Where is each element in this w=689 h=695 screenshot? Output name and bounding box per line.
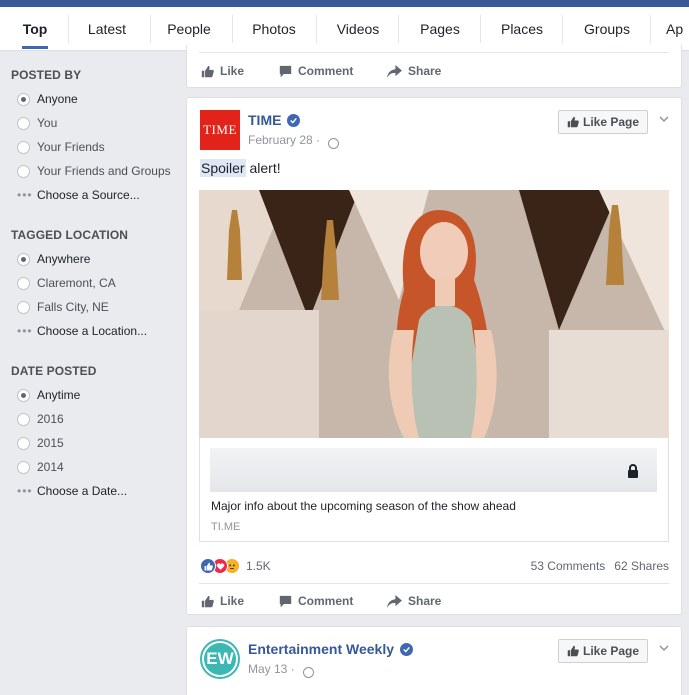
link-domain: TI.ME <box>211 521 241 533</box>
comment-button[interactable]: Comment <box>279 64 353 78</box>
lock-icon <box>628 464 638 478</box>
time-page-name-link[interactable]: TIME <box>248 112 301 128</box>
tab-divider <box>68 15 69 43</box>
chevron-down-icon[interactable] <box>659 643 669 653</box>
date-posted-title: DATE POSTED <box>11 364 97 378</box>
ew-page-name-link[interactable]: Entertainment Weekly <box>248 641 414 657</box>
engagement-counts: 53 Comments 62 Shares <box>531 559 669 573</box>
verified-icon <box>400 642 414 656</box>
location-anywhere[interactable]: Anywhere <box>17 251 90 267</box>
tab-latest[interactable]: Latest <box>76 7 138 51</box>
comment-icon <box>279 595 292 607</box>
choose-source-link[interactable]: ••• Choose a Source... <box>17 187 140 203</box>
radio-icon <box>17 436 30 450</box>
globe-icon <box>328 137 340 149</box>
top-navigation-strip <box>0 0 689 7</box>
comment-button[interactable]: Comment <box>279 594 353 608</box>
ew-page-avatar[interactable]: EW <box>200 639 240 679</box>
share-icon <box>387 64 402 78</box>
divider <box>199 52 669 53</box>
comments-count-link[interactable]: 53 Comments <box>531 559 606 573</box>
reaction-count: 1.5K <box>246 559 271 573</box>
posted-by-you[interactable]: You <box>17 115 57 131</box>
posted-by-title: POSTED BY <box>11 68 82 82</box>
date-2015[interactable]: 2015 <box>17 435 64 451</box>
shares-count-link[interactable]: 62 Shares <box>614 559 669 573</box>
choose-date-link[interactable]: ••• Choose a Date... <box>17 483 127 499</box>
tab-divider <box>316 15 317 43</box>
location-claremont[interactable]: Claremont, CA <box>17 275 116 291</box>
time-page-avatar[interactable]: TIME <box>200 110 240 150</box>
like-button[interactable]: Like <box>201 594 244 608</box>
article-link-preview[interactable]: Major info about the upcoming season of … <box>199 438 669 542</box>
article-photo[interactable] <box>199 190 669 438</box>
comment-icon <box>279 65 292 77</box>
share-icon <box>387 594 402 608</box>
more-dots-icon: ••• <box>17 484 33 498</box>
more-dots-icon: ••• <box>17 324 33 338</box>
tab-divider <box>480 15 481 43</box>
post-timestamp[interactable]: February 28 · <box>248 133 340 149</box>
like-page-button[interactable]: Like Page <box>558 110 648 134</box>
like-reaction-icon <box>200 558 216 574</box>
chevron-down-icon[interactable] <box>659 114 669 124</box>
reactions-summary[interactable]: 1.5K <box>200 558 271 574</box>
radio-selected-icon <box>17 252 30 266</box>
verified-icon <box>287 113 301 127</box>
like-button[interactable]: Like <box>201 64 244 78</box>
thumbs-up-icon <box>567 116 579 128</box>
tab-divider <box>562 15 563 43</box>
radio-icon <box>17 164 30 178</box>
posted-by-anyone[interactable]: Anyone <box>17 91 78 107</box>
thumbs-up-icon <box>201 595 214 607</box>
post-text: Spoiler alert! <box>200 159 281 177</box>
radio-icon <box>17 140 30 154</box>
radio-icon <box>17 460 30 474</box>
tab-divider <box>150 15 151 43</box>
tab-divider <box>398 15 399 43</box>
radio-icon <box>17 412 30 426</box>
location-falls-city[interactable]: Falls City, NE <box>17 299 109 315</box>
previous-post-card: Like Comment Share <box>186 44 682 88</box>
share-button[interactable]: Share <box>387 64 441 78</box>
thumbs-up-icon <box>567 645 579 657</box>
link-title: Major info about the upcoming season of … <box>211 499 516 513</box>
more-dots-icon: ••• <box>17 188 33 202</box>
hashtag-highlight[interactable]: Spoiler <box>200 159 246 177</box>
date-2016[interactable]: 2016 <box>17 411 64 427</box>
radio-icon <box>17 116 30 130</box>
link-preview-banner <box>210 448 657 492</box>
tab-top[interactable]: Top <box>8 7 62 51</box>
date-2014[interactable]: 2014 <box>17 459 64 475</box>
ew-post-card: EW Entertainment Weekly May 13 · Like Pa… <box>186 626 682 695</box>
posted-by-friends-and-groups[interactable]: Your Friends and Groups <box>17 163 171 179</box>
radio-icon <box>17 300 30 314</box>
search-filters-sidebar: POSTED BY Anyone You Your Friends Your F… <box>0 52 186 695</box>
globe-icon <box>302 666 314 678</box>
radio-icon <box>17 276 30 290</box>
choose-location-link[interactable]: ••• Choose a Location... <box>17 323 147 339</box>
thumbs-up-icon <box>201 65 214 77</box>
red-carpet-photo-illustration <box>199 190 669 438</box>
share-button[interactable]: Share <box>387 594 441 608</box>
tab-divider <box>650 15 651 43</box>
divider <box>199 583 669 584</box>
radio-selected-icon <box>17 388 30 402</box>
tagged-location-title: TAGGED LOCATION <box>11 228 129 242</box>
posted-by-your-friends[interactable]: Your Friends <box>17 139 105 155</box>
post-timestamp[interactable]: May 13 · <box>248 662 314 678</box>
tab-divider <box>232 15 233 43</box>
time-post-card: TIME TIME February 28 · Like Page Spoile… <box>186 97 682 615</box>
like-page-button[interactable]: Like Page <box>558 639 648 663</box>
date-anytime[interactable]: Anytime <box>17 387 80 403</box>
radio-selected-icon <box>17 92 30 106</box>
